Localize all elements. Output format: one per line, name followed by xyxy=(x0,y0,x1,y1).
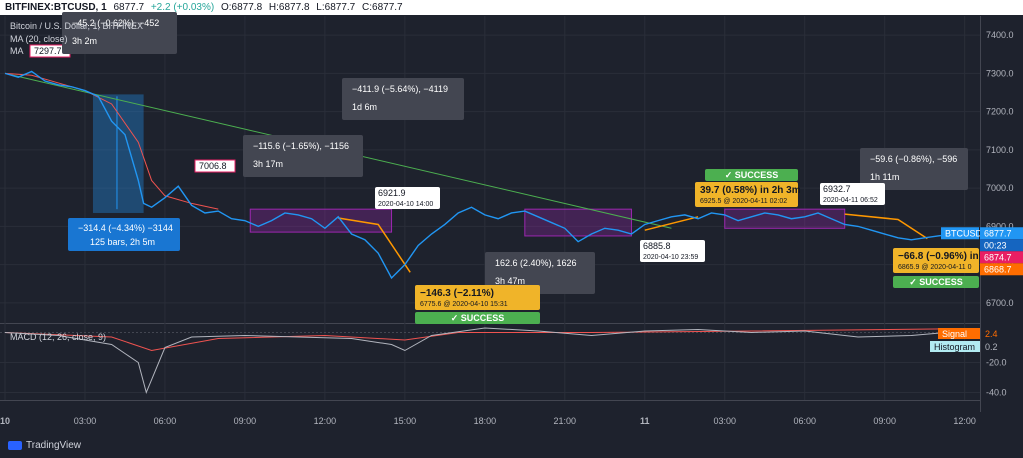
signal-tag-label: Signal xyxy=(942,329,967,339)
measure-callout-2-line2: 125 bars, 2h 5m xyxy=(90,237,155,247)
yellow-callout-1-line2: 6775.6 @ 2020-04-10 15:31 xyxy=(420,301,508,308)
tradingview-branding[interactable]: TradingView xyxy=(8,440,81,451)
orange-price-tag: 6868.7 xyxy=(984,264,1012,274)
histogram-tag-label: Histogram xyxy=(934,342,975,352)
yellow-callout-1-line1: −146.3 (−2.11%) xyxy=(420,288,494,299)
y-tick-label: 7300.0 xyxy=(986,68,1014,78)
countdown-tag: 00:23 xyxy=(984,240,1007,250)
x-tick-label: 10 xyxy=(0,416,10,426)
success-badge-3: ✓ SUCCESS xyxy=(909,277,963,287)
chart-title: Bitcoin / U.S. Dollar, 1, BITFINEX xyxy=(10,21,144,31)
x-tick-label: 18:00 xyxy=(474,416,497,426)
yellow-callout-2-line1: 39.7 (0.58%) in 2h 3m xyxy=(700,185,801,196)
macd-legend[interactable]: MACD (12, 26, close, 9) xyxy=(10,332,106,342)
x-tick-label: 09:00 xyxy=(234,416,257,426)
y-tick-label: 7100.0 xyxy=(986,145,1014,155)
measure-region xyxy=(92,94,144,213)
ma-legend-2[interactable]: MA xyxy=(10,46,24,56)
red-price-tag: 6874.7 xyxy=(984,252,1012,262)
measure-callout-4-line2: 3h 17m xyxy=(253,159,283,169)
macd-y-tick-label: -40.0 xyxy=(986,388,1007,398)
date-callout-3-line2: 2020-04-11 06:52 xyxy=(823,197,878,204)
tradingview-logo-icon xyxy=(8,441,22,450)
date-callout-3-line1: 6932.7 xyxy=(823,184,851,194)
price-label-high: 7297.7 xyxy=(34,46,62,56)
rectangle-drawing xyxy=(524,208,632,237)
y-tick-label: 6700.0 xyxy=(986,298,1014,308)
macd-y-tick-label: -20.0 xyxy=(986,358,1007,368)
x-tick-label: 03:00 xyxy=(74,416,97,426)
last-price-tag: 6877.7 xyxy=(984,228,1012,238)
measure-callout-3-line2: 1d 6m xyxy=(352,102,377,112)
y-tick-label: 7000.0 xyxy=(986,183,1014,193)
y-tick-label: 7400.0 xyxy=(986,30,1014,40)
yellow-callout-2-line2: 6925.5 @ 2020-04-11 02:02 xyxy=(700,198,787,205)
symbol-tag: BTCUSD xyxy=(945,228,983,238)
x-tick-label: 12:00 xyxy=(314,416,337,426)
ma-legend[interactable]: MA (20, close) xyxy=(10,34,68,44)
x-tick-label: 12:00 xyxy=(953,416,976,426)
y-tick-label: 7200.0 xyxy=(986,107,1014,117)
measure-callout-5-line1: 162.6 (2.40%), 1626 xyxy=(495,258,577,268)
histogram-tag-value: 0.2 xyxy=(985,342,998,352)
measure-callout-6-line2: 1h 11m xyxy=(870,172,899,182)
date-callout-2-line1: 6885.8 xyxy=(643,241,671,251)
measure-callout-4-line1: −115.6 (−1.65%), −1156 xyxy=(253,141,349,151)
measure-callout-3-line1: −411.9 (−5.64%), −4119 xyxy=(352,84,448,94)
x-tick-label: 09:00 xyxy=(873,416,896,426)
x-tick-label: 15:00 xyxy=(394,416,417,426)
price-label-7006: 7006.8 xyxy=(199,161,227,171)
price-chart[interactable]: 7297.77006.8−45.2 (−0.62%), −4523h 2m−41… xyxy=(0,0,1023,458)
success-badge-1: ✓ SUCCESS xyxy=(451,313,505,323)
measure-callout-1-line2: 3h 2m xyxy=(72,36,97,46)
measure-callout-6-line1: −59.6 (−0.86%), −596 xyxy=(870,154,957,164)
x-tick-label: 06:00 xyxy=(793,416,816,426)
tradingview-label: TradingView xyxy=(26,440,82,451)
signal-tag-value: 2.4 xyxy=(985,329,998,339)
date-callout-1-line1: 6921.9 xyxy=(378,188,406,198)
x-tick-label: 06:00 xyxy=(154,416,177,426)
measure-callout-5-line2: 3h 47m xyxy=(495,276,525,286)
yellow-callout-3-line2: 6865.9 @ 2020-04-11 0 xyxy=(898,264,972,271)
x-tick-label: 11 xyxy=(640,416,650,426)
x-tick-label: 03:00 xyxy=(713,416,736,426)
measure-callout-2-line1: −314.4 (−4.34%) −3144 xyxy=(78,223,173,233)
yellow-callout-3-line1: −66.8 (−0.96%) in xyxy=(898,251,979,262)
success-badge-2: ✓ SUCCESS xyxy=(725,170,779,180)
date-callout-1-line2: 2020-04-10 14:00 xyxy=(378,201,433,208)
x-tick-label: 21:00 xyxy=(554,416,577,426)
grid-lines xyxy=(0,16,1023,412)
date-callout-2-line2: 2020-04-10 23:59 xyxy=(643,254,698,261)
